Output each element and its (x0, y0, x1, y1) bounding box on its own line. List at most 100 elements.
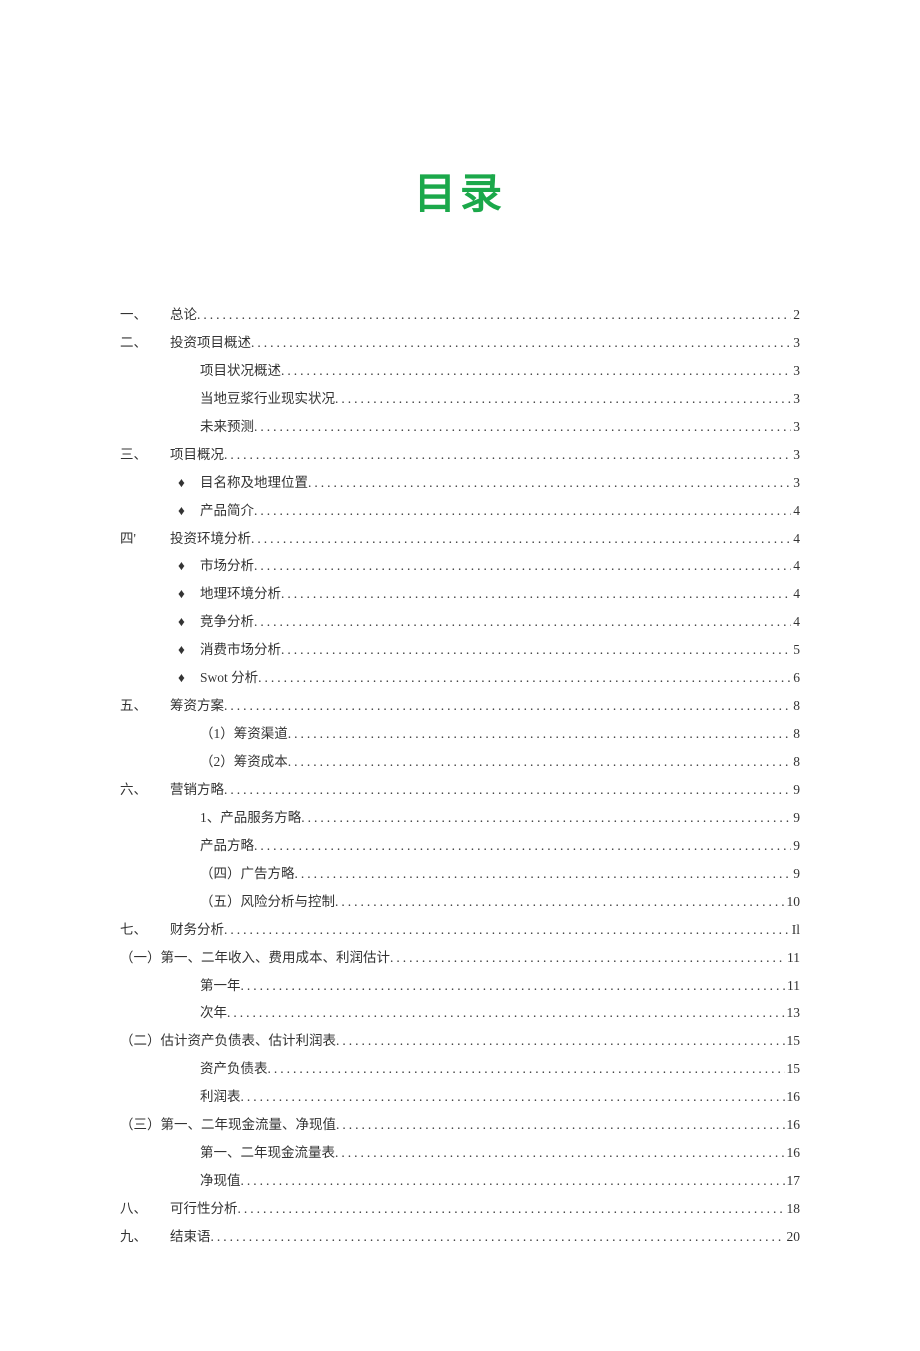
toc-entry-text: 营销方略 (170, 776, 224, 804)
toc-entry-text: 项目概况 (170, 441, 224, 469)
diamond-bullet-icon: ♦ (170, 497, 200, 525)
toc-entry-page: 9 (791, 832, 800, 860)
toc-entry: 一、总论 2 (120, 301, 800, 329)
toc-entry-text: 投资环境分析 (170, 525, 251, 553)
toc-entry-number: 五、 (120, 692, 170, 720)
toc-entry: 次年13 (120, 999, 800, 1027)
toc-leader-dots (197, 301, 791, 329)
diamond-bullet-icon: ♦ (170, 552, 200, 580)
toc-leader-dots (335, 385, 791, 413)
toc-entry-page: 3 (791, 413, 800, 441)
toc-entry-page: 3 (791, 329, 800, 357)
toc-entry: 八、可行性分析18 (120, 1195, 800, 1223)
toc-entry-page: 3 (791, 357, 800, 385)
toc-entry-text: 总论 (170, 301, 197, 329)
toc-leader-dots (254, 497, 791, 525)
toc-entry-text: （四）广告方略 (200, 860, 295, 888)
diamond-bullet-icon: ♦ (170, 608, 200, 636)
toc-entry: 第一年11 (120, 972, 800, 1000)
toc-entry: 六、营销方略9 (120, 776, 800, 804)
toc-title: 目录 (120, 160, 800, 221)
toc-entry-number: 九、 (120, 1223, 170, 1251)
toc-entry: （2）筹资成本 8 (120, 748, 800, 776)
toc-entry: 产品方略 9 (120, 832, 800, 860)
toc-entry-number: 一、 (120, 301, 170, 329)
toc-leader-dots (254, 608, 791, 636)
toc-entry-number: 四' (120, 525, 170, 553)
toc-entry-page: 3 (791, 441, 800, 469)
toc-entry-text: （三）第一、二年现金流量、净现值 (120, 1111, 336, 1139)
toc-entry-page: 4 (791, 497, 800, 525)
toc-entry: ♦目名称及地理位置3 (120, 469, 800, 497)
toc-entry-text: 第一、二年现金流量表 (200, 1139, 335, 1167)
toc-entry: 项目状况概述3 (120, 357, 800, 385)
toc-entry: 未来预测 3 (120, 413, 800, 441)
toc-entry: ♦竞争分析4 (120, 608, 800, 636)
toc-entry: 五、筹资方案8 (120, 692, 800, 720)
table-of-contents: 一、总论2二、投资项目概述3项目状况概述3当地豆浆行业现实状况3未来预测3三、项… (120, 301, 800, 1251)
toc-entry: ♦消费市场分析5 (120, 636, 800, 664)
toc-entry-page: 16 (785, 1139, 801, 1167)
toc-entry-text: 资产负债表 (200, 1055, 268, 1083)
toc-leader-dots (281, 580, 791, 608)
diamond-bullet-icon: ♦ (170, 469, 200, 497)
toc-entry-number: 二、 (120, 329, 170, 357)
toc-leader-dots (254, 832, 791, 860)
toc-entry: ♦市场分析4 (120, 552, 800, 580)
toc-entry-text: （1）筹资渠道 (200, 720, 288, 748)
toc-entry-text: 净现值 (200, 1167, 241, 1195)
toc-entry: （二）估计资产负债表、估计利润表 15 (120, 1027, 800, 1055)
toc-entry: （三）第一、二年现金流量、净现值16 (120, 1111, 800, 1139)
toc-entry: 七、财务分析Il (120, 916, 800, 944)
toc-entry-page: 6 (791, 664, 800, 692)
toc-entry-text: （五）风险分析与控制 (200, 888, 335, 916)
toc-entry-text: 第一年 (200, 972, 241, 1000)
toc-entry: 四'投资环境分析4 (120, 525, 800, 553)
toc-leader-dots (251, 525, 791, 553)
toc-entry-text: （2）筹资成本 (200, 748, 288, 776)
toc-entry-text: 竞争分析 (200, 608, 254, 636)
toc-entry: ♦地理环境分析4 (120, 580, 800, 608)
toc-entry-text: 产品方略 (200, 832, 254, 860)
toc-leader-dots (224, 776, 791, 804)
toc-entry-page: 3 (791, 469, 800, 497)
toc-entry: ♦产品简介 4 (120, 497, 800, 525)
toc-entry-text: （二）估计资产负债表、估计利润表 (120, 1027, 336, 1055)
toc-entry-page: 9 (791, 804, 800, 832)
toc-entry-page: 15 (785, 1027, 801, 1055)
toc-leader-dots (241, 972, 786, 1000)
toc-entry-text: 产品简介 (200, 497, 254, 525)
toc-leader-dots (224, 692, 791, 720)
toc-entry-page: 8 (791, 748, 800, 776)
toc-entry: （五）风险分析与控制10 (120, 888, 800, 916)
diamond-bullet-icon: ♦ (170, 636, 200, 664)
toc-entry-text: 结束语 (170, 1223, 211, 1251)
toc-entry-text: 可行性分析 (170, 1195, 238, 1223)
toc-entry-page: 9 (791, 860, 800, 888)
toc-entry: 净现值 17 (120, 1167, 800, 1195)
toc-entry-number: 七、 (120, 916, 170, 944)
toc-entry: 二、投资项目概述3 (120, 329, 800, 357)
toc-leader-dots (254, 552, 791, 580)
toc-entry: 三、项目概况3 (120, 441, 800, 469)
toc-leader-dots (281, 357, 791, 385)
toc-leader-dots (295, 860, 792, 888)
toc-entry: 九、结束语20 (120, 1223, 800, 1251)
toc-entry-text: 消费市场分析 (200, 636, 281, 664)
toc-entry-page: 17 (785, 1167, 801, 1195)
toc-entry-text: 财务分析 (170, 916, 224, 944)
toc-leader-dots (335, 888, 785, 916)
toc-leader-dots (224, 916, 790, 944)
toc-entry: 1、产品服务方略9 (120, 804, 800, 832)
toc-entry: 利润表16 (120, 1083, 800, 1111)
toc-leader-dots (336, 1027, 785, 1055)
toc-leader-dots (254, 413, 791, 441)
toc-entry-text: （一）第一、二年收入、费用成本、利润估计 (120, 944, 390, 972)
toc-entry: 当地豆浆行业现实状况3 (120, 385, 800, 413)
toc-entry-text: 未来预测 (200, 413, 254, 441)
toc-entry-page: 3 (791, 385, 800, 413)
toc-entry-page: 2 (791, 301, 800, 329)
toc-entry-text: Swot 分析 (200, 664, 258, 692)
toc-entry-page: 4 (791, 552, 800, 580)
diamond-bullet-icon: ♦ (170, 580, 200, 608)
